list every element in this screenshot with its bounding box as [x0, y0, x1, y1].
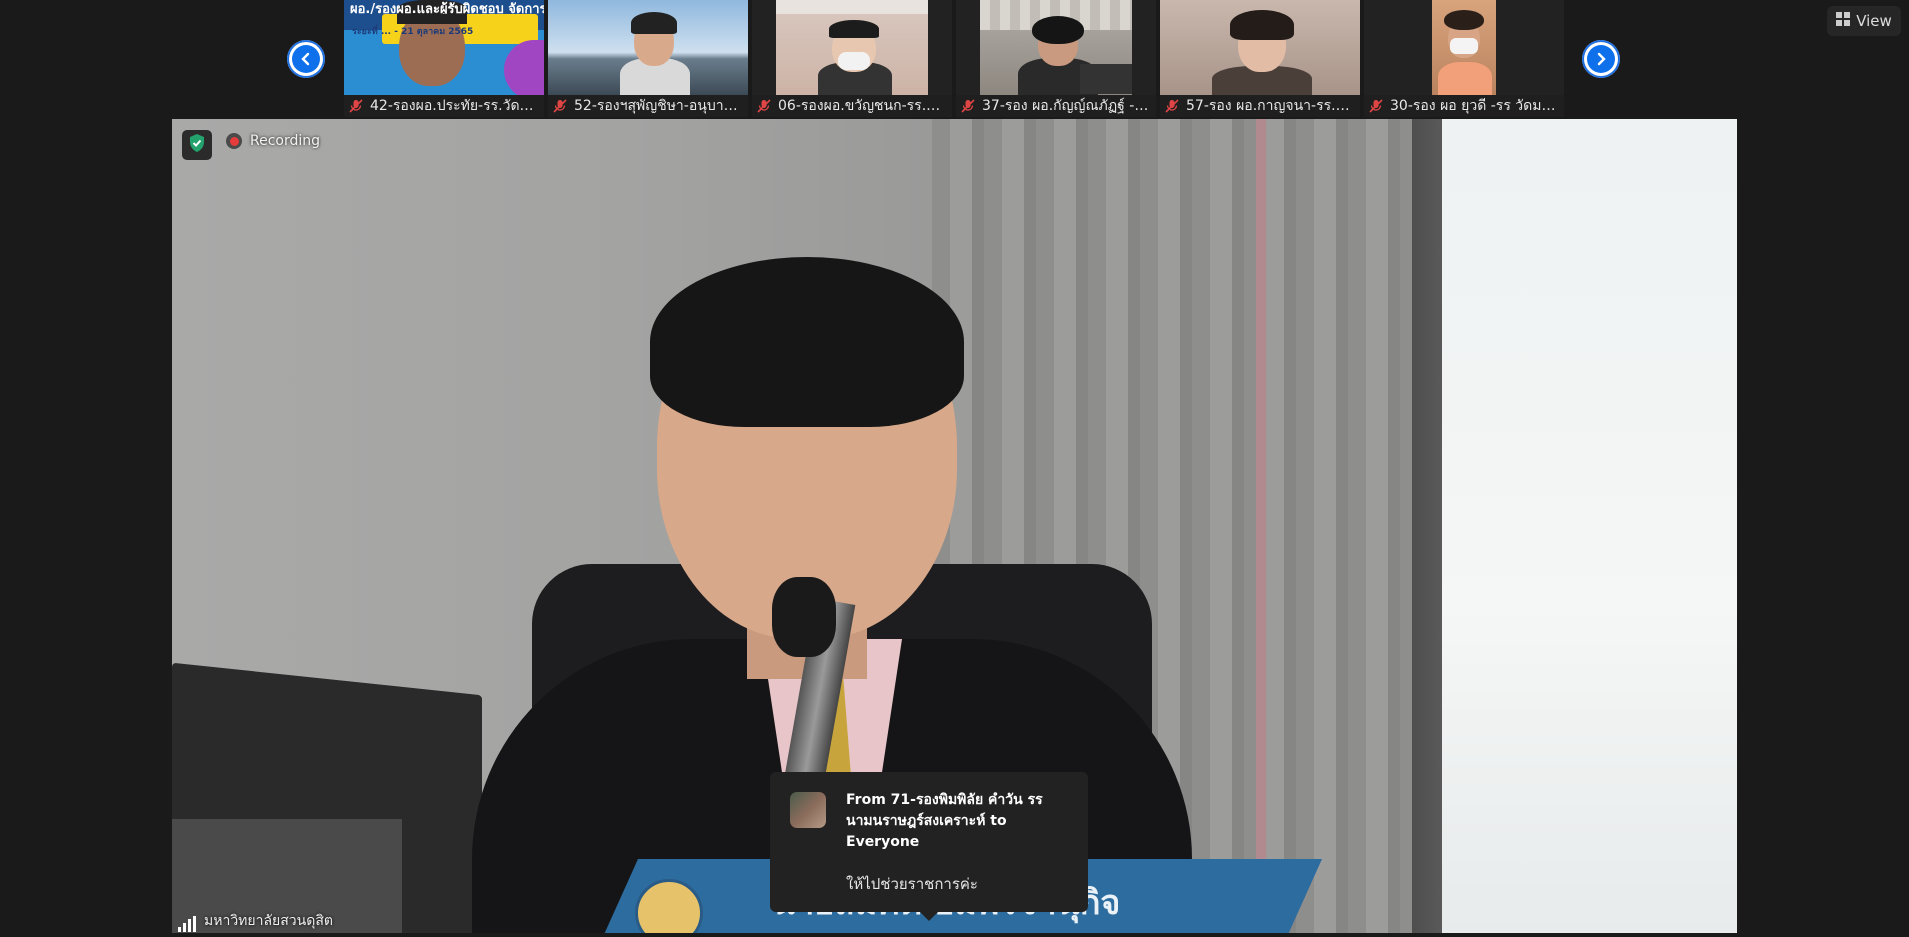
participant-name: 57-รอง ผอ.กาญจนา-รร.บ้านหนอง	[1186, 98, 1356, 114]
security-button[interactable]	[182, 130, 212, 160]
participant-name: 06-รองผอ.ขวัญชนก-รร.อนุบาล	[778, 98, 948, 114]
participant-tile[interactable]: 06-รองผอ.ขวัญชนก-รร.อนุบาล	[752, 0, 952, 117]
participant-name: 52-รองฯสุพัญชิษา-อนุบาลสามพราน	[574, 98, 744, 114]
chat-notification[interactable]: From 71-รองพิมพิลัย คำวัน รร นามนราษฎร์ส…	[770, 772, 1088, 921]
signal-strength-icon	[178, 916, 196, 932]
participant-tile[interactable]: 52-รองฯสุพัญชิษา-อนุบาลสามพราน	[548, 0, 748, 117]
grid-icon	[1836, 12, 1851, 30]
participant-tile[interactable]: ผอ./รองผอ.และผู้รับผิดชอบ จัดการศึกษาพิเ…	[344, 0, 544, 117]
mic-muted-icon	[1368, 98, 1384, 114]
mic-muted-icon	[348, 98, 364, 114]
tile-overlay-date: ระยะที่ ... - 21 ตุลาคม 2565	[352, 27, 474, 37]
view-button[interactable]: View	[1827, 6, 1901, 36]
tile-namebar: 42-รองผอ.ประทัย-รร.วัดลาดพร้าว	[344, 95, 544, 117]
chevron-left-icon	[292, 45, 320, 73]
tile-namebar: 30-รอง ผอ ยุวดี -รร วัดมะกอก	[1364, 95, 1564, 117]
gallery-strip: ผอ./รองผอ.และผู้รับผิดชอบ จัดการศึกษาพิเ…	[0, 0, 1909, 118]
chat-message: ให้ไปช่วยราชการค่ะ	[846, 875, 978, 893]
recording-label: Recording	[250, 133, 321, 149]
participant-tile[interactable]: 57-รอง ผอ.กาญจนา-รร.บ้านหนอง	[1160, 0, 1360, 117]
shield-check-icon	[188, 133, 206, 157]
participant-tile[interactable]: 30-รอง ผอ ยุวดี -รร วัดมะกอก	[1364, 0, 1564, 117]
speaker-name: มหาวิทยาลัยสวนดุสิต	[204, 913, 333, 929]
mic-muted-icon	[1164, 98, 1180, 114]
tile-namebar: 52-รองฯสุพัญชิษา-อนุบาลสามพราน	[548, 95, 748, 117]
recording-indicator[interactable]: Recording	[226, 133, 320, 149]
chat-sender: From 71-รองพิมพิลัย คำวัน รร นามนราษฎร์ส…	[846, 792, 1043, 850]
microphone	[772, 577, 836, 657]
recording-icon	[226, 133, 242, 149]
participant-tile[interactable]: 37-รอง ผอ.กัญญ์ณภัฏฐ์ - รร	[956, 0, 1156, 117]
participant-name: 30-รอง ผอ ยุวดี -รร วัดมะกอก	[1390, 98, 1560, 114]
gallery-prev-button[interactable]	[287, 40, 325, 78]
participant-name: 42-รองผอ.ประทัย-รร.วัดลาดพร้าว	[370, 98, 540, 114]
tile-namebar: 57-รอง ผอ.กาญจนา-รร.บ้านหนอง	[1160, 95, 1360, 117]
view-button-label: View	[1856, 12, 1892, 30]
mic-muted-icon	[552, 98, 568, 114]
chevron-right-icon	[1587, 45, 1615, 73]
avatar	[790, 792, 826, 828]
tile-overlay-text: ผอ./รองผอ.และผู้รับผิดชอบ จัดการศึกษาพิเ…	[350, 2, 544, 14]
gallery-next-button[interactable]	[1582, 40, 1620, 78]
mic-muted-icon	[756, 98, 772, 114]
tile-namebar: 37-รอง ผอ.กัญญ์ณภัฏฐ์ - รร	[956, 95, 1156, 117]
mic-muted-icon	[960, 98, 976, 114]
tile-namebar: 06-รองผอ.ขวัญชนก-รร.อนุบาล	[752, 95, 952, 117]
speaker-name-tag: มหาวิทยาลัยสวนดุสิต	[178, 910, 333, 932]
participant-name: 37-รอง ผอ.กัญญ์ณภัฏฐ์ - รร	[982, 98, 1152, 114]
